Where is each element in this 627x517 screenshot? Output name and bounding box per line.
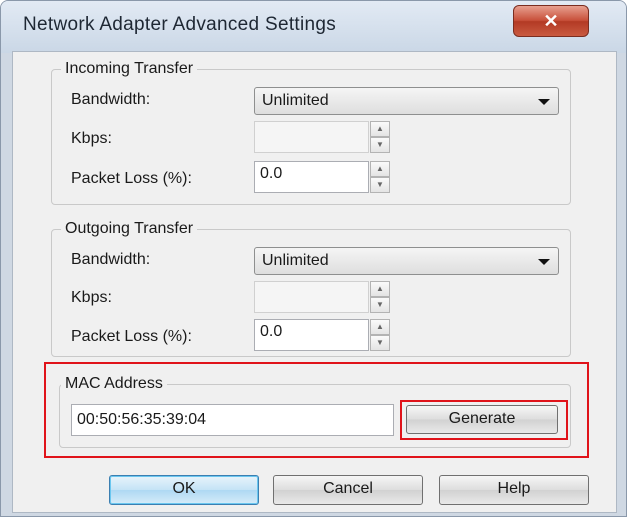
outgoing-transfer-legend: Outgoing Transfer bbox=[61, 220, 198, 238]
outgoing-bandwidth-value: Unlimited bbox=[262, 252, 329, 269]
outgoing-kbps-field[interactable] bbox=[254, 281, 369, 313]
close-icon: ✕ bbox=[543, 11, 559, 31]
spin-up-icon[interactable]: ▲ bbox=[370, 161, 390, 177]
incoming-bandwidth-label: Bandwidth: bbox=[71, 91, 151, 108]
outgoing-packet-loss-label: Packet Loss (%): bbox=[71, 328, 192, 345]
mac-address-field[interactable]: 00:50:56:35:39:04 bbox=[71, 404, 394, 436]
mac-address-legend: MAC Address bbox=[61, 375, 167, 393]
outgoing-bandwidth-label: Bandwidth: bbox=[71, 251, 151, 268]
dialog-window: Network Adapter Advanced Settings ✕ Inco… bbox=[0, 0, 627, 517]
chevron-down-icon bbox=[538, 259, 550, 265]
outgoing-kbps-spinner[interactable]: ▲ ▼ bbox=[370, 281, 390, 313]
incoming-kbps-field[interactable] bbox=[254, 121, 369, 153]
incoming-bandwidth-value: Unlimited bbox=[262, 92, 329, 109]
cancel-button[interactable]: Cancel bbox=[273, 475, 423, 505]
outgoing-bandwidth-select[interactable]: Unlimited bbox=[254, 247, 559, 275]
outgoing-packet-loss-spinner[interactable]: ▲ ▼ bbox=[370, 319, 390, 351]
incoming-kbps-spinner[interactable]: ▲ ▼ bbox=[370, 121, 390, 153]
outgoing-kbps-label: Kbps: bbox=[71, 289, 112, 306]
outgoing-packet-loss-field[interactable]: 0.0 bbox=[254, 319, 369, 351]
incoming-kbps-label: Kbps: bbox=[71, 130, 112, 147]
spin-up-icon[interactable]: ▲ bbox=[370, 121, 390, 137]
chevron-down-icon bbox=[538, 99, 550, 105]
incoming-packet-loss-spinner[interactable]: ▲ ▼ bbox=[370, 161, 390, 193]
spin-up-icon[interactable]: ▲ bbox=[370, 281, 390, 297]
window-title: Network Adapter Advanced Settings bbox=[23, 14, 337, 35]
incoming-transfer-legend: Incoming Transfer bbox=[61, 60, 198, 78]
spin-down-icon[interactable]: ▼ bbox=[370, 177, 390, 193]
spin-down-icon[interactable]: ▼ bbox=[370, 297, 390, 313]
generate-button[interactable]: Generate bbox=[406, 405, 558, 434]
spin-down-icon[interactable]: ▼ bbox=[370, 137, 390, 153]
close-button[interactable]: ✕ bbox=[513, 5, 589, 37]
spin-up-icon[interactable]: ▲ bbox=[370, 319, 390, 335]
incoming-packet-loss-label: Packet Loss (%): bbox=[71, 170, 192, 187]
ok-button[interactable]: OK bbox=[109, 475, 259, 505]
incoming-bandwidth-select[interactable]: Unlimited bbox=[254, 87, 559, 115]
help-button[interactable]: Help bbox=[439, 475, 589, 505]
spin-down-icon[interactable]: ▼ bbox=[370, 335, 390, 351]
incoming-packet-loss-field[interactable]: 0.0 bbox=[254, 161, 369, 193]
